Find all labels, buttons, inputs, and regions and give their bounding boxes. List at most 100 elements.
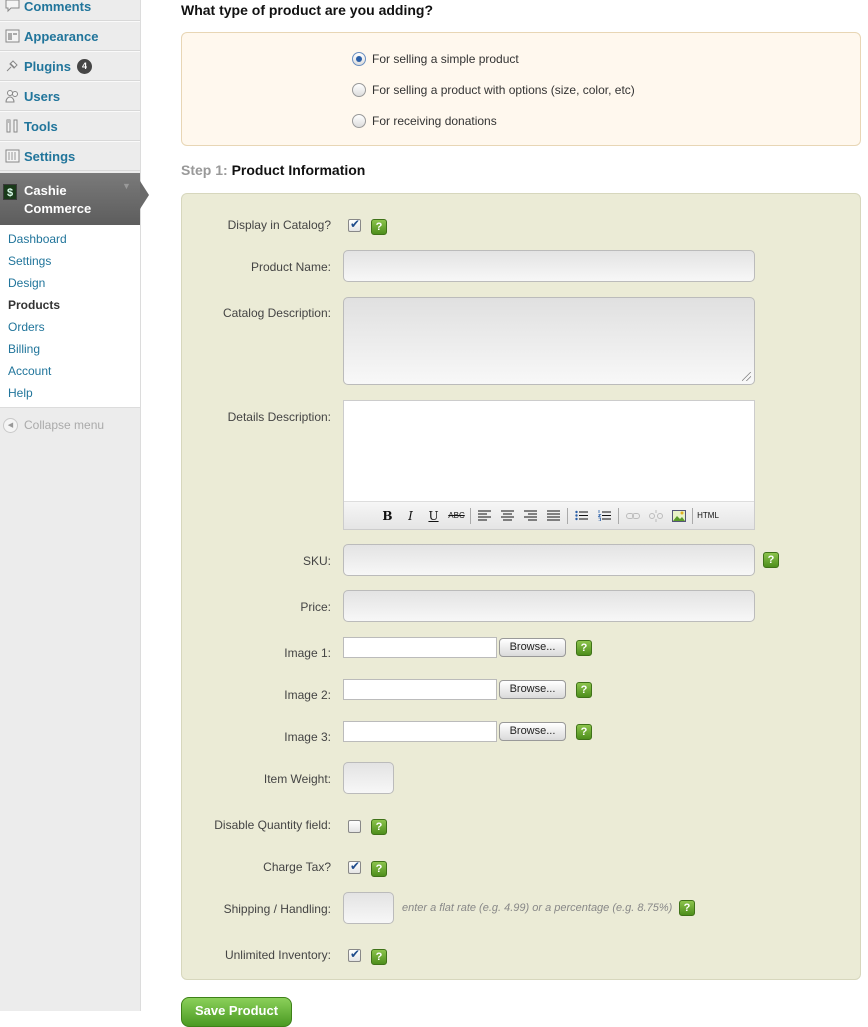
option-donations[interactable]: For receiving donations [352,114,497,128]
menu-users-label: Users [24,88,61,104]
comments-icon [4,0,20,14]
price-input[interactable] [343,590,755,622]
link-icon[interactable] [621,506,644,526]
menu-settings[interactable]: Settings [0,141,140,171]
toolbar-separator [618,507,619,524]
menu-comments-label: Comments [24,0,92,14]
align-left-icon[interactable] [473,506,496,526]
help-icon[interactable]: ? [371,219,387,235]
disable-quantity-checkbox[interactable] [348,820,361,833]
help-icon[interactable]: ? [576,682,592,698]
catalog-description-textarea[interactable] [343,297,755,385]
help-icon[interactable]: ? [679,900,695,916]
help-icon[interactable]: ? [371,949,387,965]
bold-button[interactable]: B [376,506,399,526]
image2-file-input[interactable] [343,679,497,700]
submenu-products[interactable]: Products [0,294,140,316]
details-description-editor[interactable]: B I U ABC HTML [343,400,755,530]
html-button[interactable]: HTML [695,506,721,526]
strikethrough-button[interactable]: ABC [445,506,468,526]
help-icon[interactable]: ? [763,552,779,568]
menu-appearance-label: Appearance [24,28,99,44]
product-name-input[interactable] [343,250,755,282]
option-simple-product[interactable]: For selling a simple product [352,52,519,66]
collapse-menu-label: Collapse menu [24,418,105,432]
collapse-arrow-icon: ◀ [3,417,18,433]
insert-image-icon[interactable] [667,506,690,526]
menu-plugins[interactable]: Plugins 4 [0,51,140,81]
users-icon [4,88,20,104]
unlimited-inventory-checkbox[interactable] [348,947,361,962]
option-donations-label: For receiving donations [372,114,497,128]
display-in-catalog-label: Display in Catalog? [227,218,331,232]
menu-plugins-label: Plugins [24,58,71,74]
save-product-button[interactable]: Save Product [181,997,292,1027]
image1-label: Image 1: [284,646,331,660]
image3-label: Image 3: [284,730,331,744]
menu-cashie-line2: Commerce [24,201,92,216]
radio-product-with-options[interactable] [352,83,366,97]
submenu-design[interactable]: Design [0,272,140,294]
submenu-billing[interactable]: Billing [0,338,140,360]
details-description-label: Details Description: [227,410,331,424]
menu-tools[interactable]: Tools [0,111,140,141]
resize-handle-icon[interactable] [742,372,751,381]
menu-users[interactable]: Users [0,81,140,111]
image1-browse-button[interactable]: Browse... [499,638,566,657]
help-icon[interactable]: ? [371,861,387,877]
editor-toolbar: B I U ABC HTML [344,501,754,529]
shipping-label: Shipping / Handling: [223,902,331,916]
help-icon[interactable]: ? [576,640,592,656]
charge-tax-label: Charge Tax? [263,860,331,874]
option-product-with-options[interactable]: For selling a product with options (size… [352,83,635,97]
active-menu-pointer [140,181,149,209]
catalog-description-label: Catalog Description: [222,306,331,320]
help-icon[interactable]: ? [371,819,387,835]
shipping-input[interactable] [343,892,394,924]
image3-file-input[interactable] [343,721,497,742]
menu-appearance[interactable]: Appearance [0,21,140,51]
image3-browse-button[interactable]: Browse... [499,722,566,741]
sku-input[interactable] [343,544,755,576]
image1-file-input[interactable] [343,637,497,658]
menu-cashie-commerce-label: Cashie Commerce [24,182,91,218]
submenu-settings[interactable]: Settings [0,250,140,272]
align-right-icon[interactable] [519,506,542,526]
step-title: Product Information [231,162,366,178]
product-form: Display in Catalog? ? Product Name: Cata… [181,193,861,980]
unlimited-inventory-label: Unlimited Inventory: [224,948,331,962]
settings-icon [4,148,20,164]
toolbar-separator [567,507,568,524]
menu-settings-label: Settings [24,148,76,164]
radio-donations[interactable] [352,114,366,128]
display-in-catalog-checkbox[interactable] [348,217,361,232]
price-label: Price: [300,600,331,614]
collapse-menu[interactable]: ◀ Collapse menu [0,408,140,442]
submenu-account[interactable]: Account [0,360,140,382]
product-name-label: Product Name: [250,260,331,274]
align-center-icon[interactable] [496,506,519,526]
product-type-question: What type of product are you adding? [181,2,433,18]
unlink-icon[interactable] [644,506,667,526]
bullet-list-icon[interactable] [570,506,593,526]
image2-browse-button[interactable]: Browse... [499,680,566,699]
product-type-box: For selling a simple product For selling… [181,32,861,146]
submenu-help[interactable]: Help [0,382,140,404]
radio-simple-product[interactable] [352,52,366,66]
item-weight-label: Item Weight: [263,772,331,786]
option-simple-label: For selling a simple product [372,52,519,66]
italic-button[interactable]: I [399,506,422,526]
submenu-orders[interactable]: Orders [0,316,140,338]
item-weight-input[interactable] [343,762,394,794]
toolbar-separator [692,507,693,524]
menu-tools-label: Tools [24,118,58,134]
numbered-list-icon[interactable] [593,506,616,526]
justify-icon[interactable] [542,506,565,526]
menu-comments[interactable]: Comments [0,0,140,21]
underline-button[interactable]: U [422,506,445,526]
menu-cashie-commerce[interactable]: $ Cashie Commerce ▼ [0,173,149,225]
chevron-down-icon[interactable]: ▼ [122,181,131,191]
submenu-dashboard[interactable]: Dashboard [0,228,140,250]
charge-tax-checkbox[interactable] [348,859,361,874]
help-icon[interactable]: ? [576,724,592,740]
